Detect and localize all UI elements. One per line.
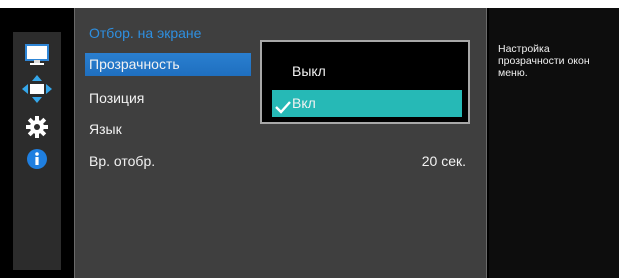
- option-on[interactable]: Вкл: [272, 90, 462, 117]
- option-label: Выкл: [292, 63, 326, 79]
- help-text: Настройка прозрачности окон меню.: [498, 43, 590, 79]
- transparency-dropdown: Выкл Вкл: [260, 40, 470, 124]
- monitor-icon[interactable]: [13, 38, 61, 72]
- menu-item-label: Позиция: [89, 90, 145, 106]
- help-panel: Настройка прозрачности окон меню.: [489, 8, 619, 278]
- osd-icon-bar: [13, 32, 61, 270]
- menu-title: Отбор. на экране: [89, 25, 202, 41]
- display-time-value: 20 сек.: [421, 153, 466, 169]
- info-icon[interactable]: [13, 142, 61, 176]
- menu-item-position[interactable]: Позиция: [85, 87, 251, 110]
- menu-item-language[interactable]: Язык: [85, 118, 251, 141]
- move-arrows-icon[interactable]: [13, 72, 61, 106]
- checkmark-icon: [275, 96, 291, 123]
- option-label: Вкл: [292, 95, 316, 111]
- osd-menu-panel: Отбор. на экране Прозрачность Позиция Яз…: [74, 8, 487, 278]
- option-off[interactable]: Выкл: [292, 58, 462, 85]
- gear-icon[interactable]: [13, 110, 61, 144]
- menu-item-display-time[interactable]: Вр. отобр.: [85, 150, 251, 173]
- menu-item-label: Язык: [89, 121, 122, 137]
- menu-item-label: Вр. отобр.: [89, 153, 156, 169]
- menu-item-transparency[interactable]: Прозрачность: [85, 53, 251, 76]
- menu-item-label: Прозрачность: [89, 56, 180, 72]
